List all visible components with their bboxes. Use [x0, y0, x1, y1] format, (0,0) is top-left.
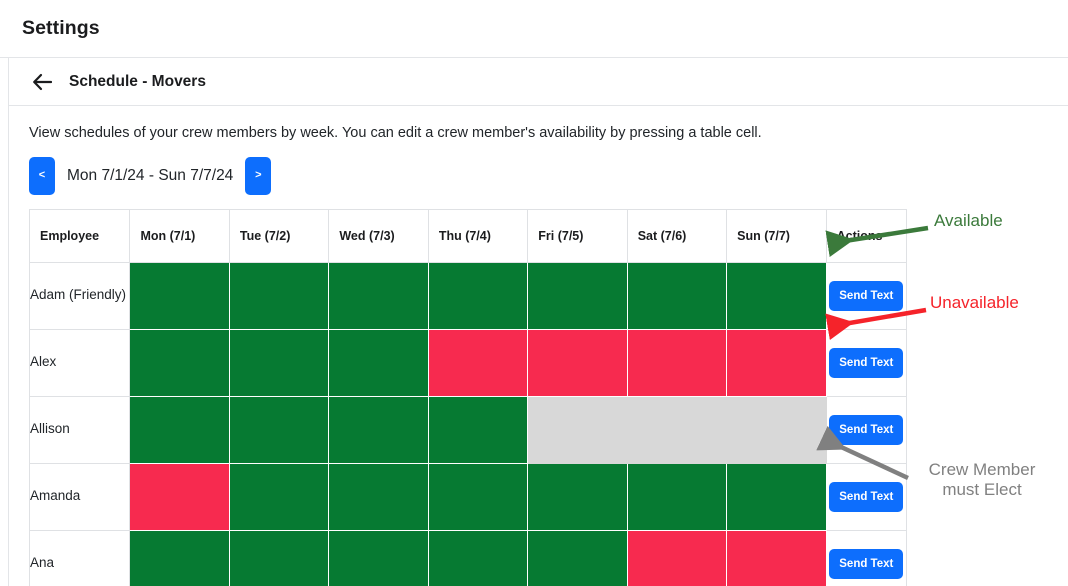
- availability-cell-thu[interactable]: [428, 262, 527, 329]
- actions-cell: Send Text: [826, 396, 906, 463]
- table-body: Adam (Friendly)Send TextAlexSend TextAll…: [30, 262, 907, 586]
- arrow-left-icon[interactable]: [31, 71, 53, 93]
- actions-cell: Send Text: [826, 262, 906, 329]
- column-header-tue: Tue (7/2): [229, 209, 328, 262]
- send-text-button[interactable]: Send Text: [829, 281, 903, 311]
- availability-cell-sun[interactable]: [727, 329, 826, 396]
- table-header: Employee Mon (7/1) Tue (7/2) Wed (7/3) T…: [30, 209, 907, 262]
- main-content: View schedules of your crew members by w…: [8, 106, 1068, 586]
- schedule-table-wrap: Employee Mon (7/1) Tue (7/2) Wed (7/3) T…: [29, 209, 1068, 586]
- table-row: Alex Send Text: [30, 329, 907, 396]
- column-header-actions: Actions: [826, 209, 906, 262]
- table-row: Amanda Send Text: [30, 463, 907, 530]
- availability-cell-wed[interactable]: [329, 262, 428, 329]
- week-range-label: Mon 7/1/24 - Sun 7/7/24: [67, 167, 233, 185]
- column-header-wed: Wed (7/3): [329, 209, 428, 262]
- week-navigation: < Mon 7/1/24 - Sun 7/7/24 >: [29, 157, 1068, 195]
- availability-cell-tue[interactable]: [229, 463, 328, 530]
- availability-cell-sun[interactable]: [727, 530, 826, 586]
- availability-cell-fri[interactable]: [528, 463, 627, 530]
- availability-cell-tue[interactable]: [229, 396, 328, 463]
- availability-cell-thu[interactable]: [428, 463, 527, 530]
- availability-cell-sat[interactable]: [627, 530, 726, 586]
- table-row: Adam (Friendly) Send Text: [30, 262, 907, 329]
- column-header-sun: Sun (7/7): [727, 209, 826, 262]
- employee-name-cell: Ana: [30, 530, 130, 586]
- availability-cell-tue[interactable]: [229, 530, 328, 586]
- previous-week-button[interactable]: <: [29, 157, 55, 195]
- availability-cell-sat[interactable]: [627, 262, 726, 329]
- availability-cell-thu[interactable]: [428, 396, 527, 463]
- table-row: Ana Send Text: [30, 530, 907, 586]
- send-text-button[interactable]: Send Text: [829, 415, 903, 445]
- table-row: Allison Send Text: [30, 396, 907, 463]
- column-header-fri: Fri (7/5): [528, 209, 627, 262]
- app-header: Settings: [0, 0, 1068, 58]
- send-text-button[interactable]: Send Text: [829, 348, 903, 378]
- send-text-button[interactable]: Send Text: [829, 482, 903, 512]
- availability-cell-sat[interactable]: [627, 463, 726, 530]
- availability-cell-fri[interactable]: [528, 530, 627, 586]
- availability-cell-fri[interactable]: [528, 329, 627, 396]
- availability-cell-sat[interactable]: [627, 329, 726, 396]
- column-header-employee: Employee: [30, 209, 130, 262]
- availability-cell-mon[interactable]: [130, 463, 229, 530]
- page-title: Settings: [22, 17, 100, 40]
- availability-cell-wed[interactable]: [329, 463, 428, 530]
- availability-cell-mon[interactable]: [130, 396, 229, 463]
- employee-name-cell: Allison: [30, 396, 130, 463]
- availability-cell-tue[interactable]: [229, 329, 328, 396]
- availability-cell-thu[interactable]: [428, 530, 527, 586]
- availability-cell-fri[interactable]: [528, 396, 627, 463]
- sub-header: Schedule - Movers: [8, 58, 1068, 106]
- table-header-row: Employee Mon (7/1) Tue (7/2) Wed (7/3) T…: [30, 209, 907, 262]
- column-header-sat: Sat (7/6): [627, 209, 726, 262]
- actions-cell: Send Text: [826, 329, 906, 396]
- availability-cell-wed[interactable]: [329, 396, 428, 463]
- employee-name-cell: Alex: [30, 329, 130, 396]
- send-text-button[interactable]: Send Text: [829, 549, 903, 579]
- availability-cell-wed[interactable]: [329, 530, 428, 586]
- availability-cell-sat[interactable]: [627, 396, 726, 463]
- availability-cell-wed[interactable]: [329, 329, 428, 396]
- column-header-thu: Thu (7/4): [428, 209, 527, 262]
- actions-cell: Send Text: [826, 530, 906, 586]
- availability-cell-sun[interactable]: [727, 262, 826, 329]
- availability-cell-mon[interactable]: [130, 530, 229, 586]
- availability-cell-mon[interactable]: [130, 262, 229, 329]
- schedule-table: Employee Mon (7/1) Tue (7/2) Wed (7/3) T…: [29, 209, 907, 586]
- availability-cell-thu[interactable]: [428, 329, 527, 396]
- availability-cell-sun[interactable]: [727, 396, 826, 463]
- next-week-button[interactable]: >: [245, 157, 271, 195]
- employee-name-cell: Amanda: [30, 463, 130, 530]
- schedule-title: Schedule - Movers: [69, 73, 206, 91]
- column-header-mon: Mon (7/1): [130, 209, 229, 262]
- availability-cell-tue[interactable]: [229, 262, 328, 329]
- description-text: View schedules of your crew members by w…: [29, 124, 1068, 143]
- actions-cell: Send Text: [826, 463, 906, 530]
- availability-cell-fri[interactable]: [528, 262, 627, 329]
- availability-cell-mon[interactable]: [130, 329, 229, 396]
- employee-name-cell: Adam (Friendly): [30, 262, 130, 329]
- availability-cell-sun[interactable]: [727, 463, 826, 530]
